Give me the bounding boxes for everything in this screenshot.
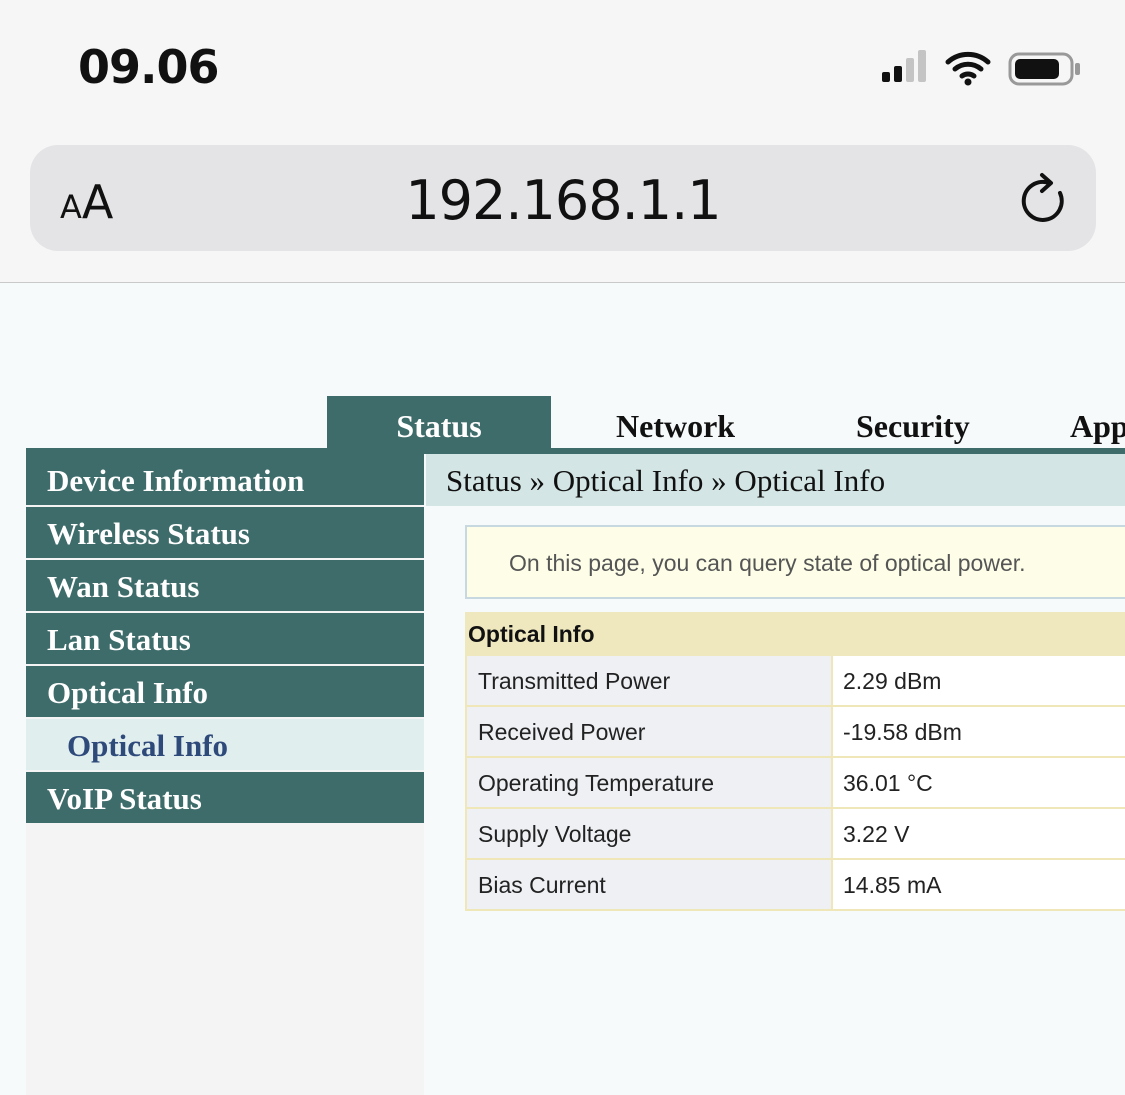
sidebar-item-device-information[interactable]: Device Information bbox=[26, 454, 424, 505]
row-label: Received Power bbox=[465, 707, 833, 756]
sidebar-item-lan-status[interactable]: Lan Status bbox=[26, 613, 424, 664]
row-value: 2.29 dBm bbox=[833, 656, 1125, 705]
table-row: Supply Voltage 3.22 V bbox=[465, 809, 1125, 860]
sidebar-item-wireless-status[interactable]: Wireless Status bbox=[26, 507, 424, 558]
sidebar-item-wan-status[interactable]: Wan Status bbox=[26, 560, 424, 611]
sidebar: Device Information Wireless Status Wan S… bbox=[26, 454, 424, 1095]
row-value: 14.85 mA bbox=[833, 860, 1125, 909]
table-row: Operating Temperature 36.01 °C bbox=[465, 758, 1125, 809]
row-value: 3.22 V bbox=[833, 809, 1125, 858]
sidebar-item-optical-info[interactable]: Optical Info bbox=[26, 666, 424, 717]
cellular-signal-icon bbox=[882, 50, 926, 82]
wifi-icon bbox=[945, 51, 991, 86]
row-label: Bias Current bbox=[465, 860, 833, 909]
row-value: -19.58 dBm bbox=[833, 707, 1125, 756]
row-label: Transmitted Power bbox=[465, 656, 833, 705]
table-row: Bias Current 14.85 mA bbox=[465, 860, 1125, 911]
table-row: Transmitted Power 2.29 dBm bbox=[465, 656, 1125, 707]
optical-info-table: Optical Info Transmitted Power 2.29 dBm … bbox=[465, 612, 1125, 911]
battery-icon bbox=[1008, 52, 1080, 86]
sidebar-subitem-optical-info[interactable]: Optical Info bbox=[26, 719, 424, 770]
address-bar[interactable]: AA 192.168.1.1 bbox=[30, 145, 1096, 251]
table-header: Optical Info bbox=[465, 612, 1125, 656]
top-nav: Status Network Security App bbox=[0, 396, 1125, 448]
url-text[interactable]: 192.168.1.1 bbox=[30, 169, 1096, 232]
page-description: On this page, you can query state of opt… bbox=[465, 525, 1125, 599]
browser-chrome: 09.06 AA 192.168.1.1 bbox=[0, 0, 1125, 283]
tab-status[interactable]: Status bbox=[327, 396, 551, 448]
row-label: Supply Voltage bbox=[465, 809, 833, 858]
tab-application[interactable]: App bbox=[1070, 396, 1125, 448]
tab-security[interactable]: Security bbox=[856, 396, 970, 448]
reload-icon[interactable] bbox=[1020, 171, 1072, 227]
sidebar-item-voip-status[interactable]: VoIP Status bbox=[26, 772, 424, 823]
breadcrumb: Status » Optical Info » Optical Info bbox=[426, 454, 1125, 506]
row-value: 36.01 °C bbox=[833, 758, 1125, 807]
row-label: Operating Temperature bbox=[465, 758, 833, 807]
table-row: Received Power -19.58 dBm bbox=[465, 707, 1125, 758]
clock: 09.06 bbox=[78, 40, 220, 94]
tab-network[interactable]: Network bbox=[616, 396, 735, 448]
